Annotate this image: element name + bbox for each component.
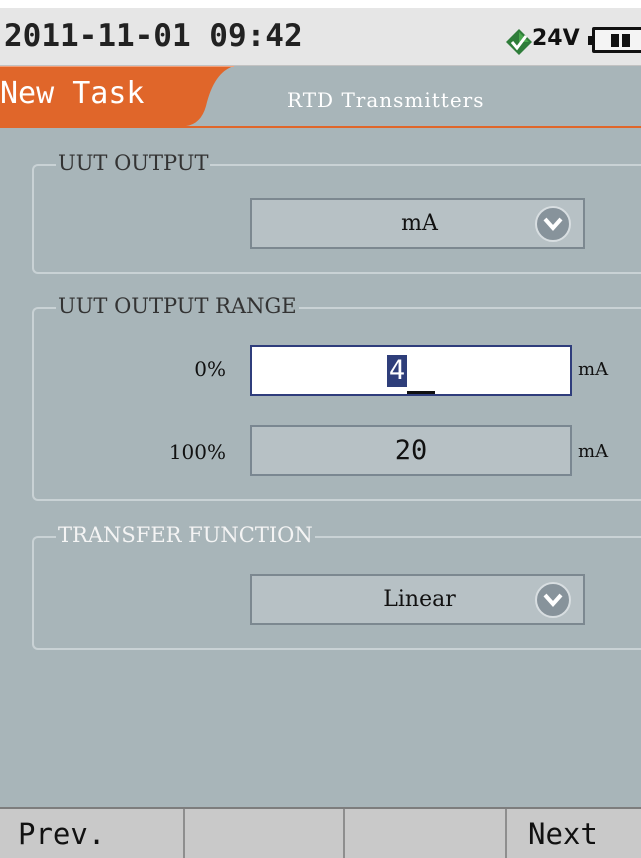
transfer-function-legend: TRANSFER FUNCTION <box>56 523 315 547</box>
range-0-label: 0% <box>194 357 226 381</box>
power-diamond-icon <box>506 29 532 55</box>
softkey-bar: Prev. Next <box>0 807 641 858</box>
uut-output-range-legend: UUT OUTPUT RANGE <box>56 294 299 318</box>
status-bar: 2011-11-01 09:42 24V <box>0 0 641 66</box>
chevron-down-icon[interactable] <box>535 582 571 618</box>
datetime-display: 2011-11-01 09:42 <box>4 18 303 54</box>
prev-button-label: Prev. <box>18 817 106 851</box>
softkey-2[interactable] <box>185 809 345 858</box>
prev-button[interactable]: Prev. <box>0 809 185 858</box>
next-button-label: Next <box>528 817 598 851</box>
range-0-value: 4 <box>386 355 408 387</box>
chevron-down-icon[interactable] <box>535 206 571 242</box>
uut-output-select[interactable]: mA <box>250 198 585 249</box>
screen-title: RTD Transmitters <box>287 88 485 112</box>
device-screen: 2011-11-01 09:42 24V New Task RTD Transm… <box>0 0 641 858</box>
range-100-label: 100% <box>168 440 226 464</box>
range-100-value: 20 <box>394 435 428 466</box>
text-cursor <box>407 368 436 394</box>
voltage-readout: 24V <box>532 26 580 51</box>
softkey-3[interactable] <box>345 809 507 858</box>
battery-icon <box>588 27 641 53</box>
task-tab-label: New Task <box>0 76 145 111</box>
range-0-unit: mA <box>578 359 609 380</box>
range-0-input[interactable]: 4 <box>250 345 572 396</box>
uut-output-legend: UUT OUTPUT <box>56 151 211 175</box>
range-100-unit: mA <box>578 441 609 462</box>
title-row: New Task RTD Transmitters <box>0 66 641 128</box>
next-button[interactable]: Next <box>507 809 641 858</box>
title-underline <box>0 126 641 128</box>
transfer-function-select[interactable]: Linear <box>250 574 585 625</box>
range-100-input[interactable]: 20 <box>250 425 572 476</box>
